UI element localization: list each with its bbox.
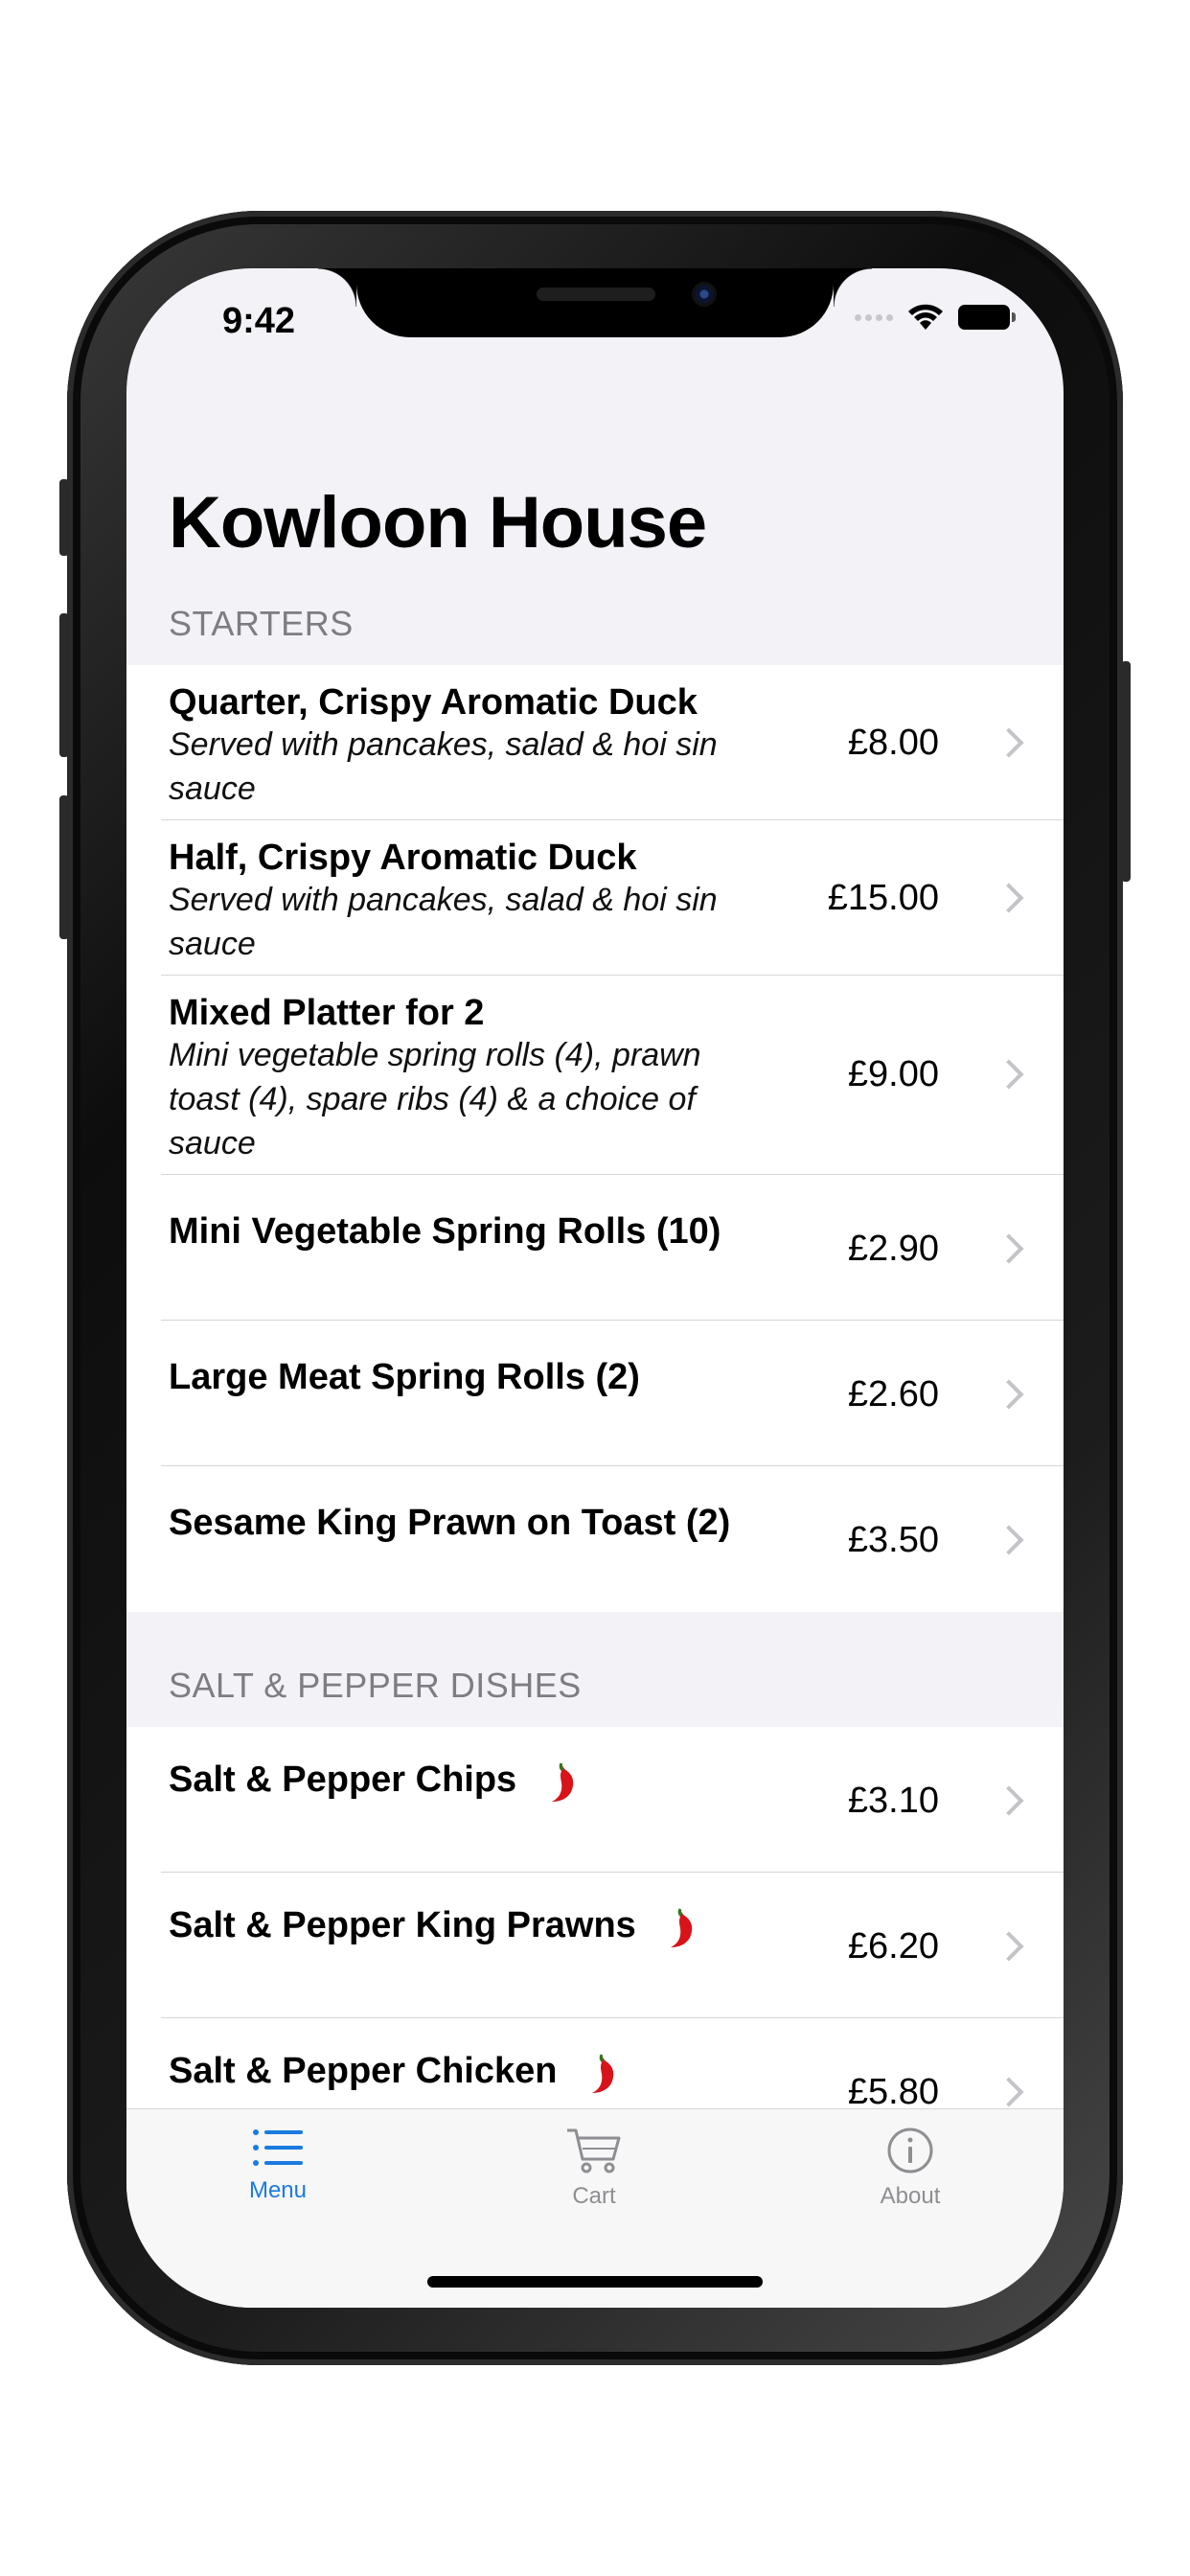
menu-item-row[interactable]: Mixed Platter for 2 Mini vegetable sprin… bbox=[126, 976, 1064, 1175]
chevron-right-icon bbox=[994, 1059, 1024, 1090]
item-name: Salt & Pepper Chicken bbox=[169, 2051, 558, 2092]
item-name-wrap: Salt & Pepper Chicken bbox=[169, 2051, 617, 2095]
item-price: £8.00 bbox=[847, 723, 939, 763]
chili-pepper-icon bbox=[551, 1762, 574, 1802]
front-camera bbox=[692, 282, 717, 307]
chevron-right-icon bbox=[994, 1931, 1024, 1962]
tab-about[interactable]: About bbox=[814, 2127, 1006, 2210]
item-price: £9.00 bbox=[847, 1054, 939, 1094]
status-time: 9:42 bbox=[222, 301, 296, 341]
chili-pepper-icon bbox=[592, 2054, 614, 2093]
chevron-right-icon bbox=[994, 2077, 1024, 2107]
list-icon bbox=[253, 2129, 303, 2166]
item-name: Salt & Pepper Chips bbox=[169, 1760, 517, 1801]
status-indicators bbox=[855, 303, 1016, 332]
chevron-right-icon bbox=[994, 1379, 1024, 1410]
wifi-icon bbox=[908, 304, 943, 330]
item-price: £5.80 bbox=[847, 2072, 939, 2112]
notch bbox=[318, 268, 872, 337]
tab-label: About bbox=[880, 2183, 941, 2209]
item-name: Mixed Platter for 2 bbox=[169, 993, 485, 1033]
item-price: £2.60 bbox=[847, 1374, 939, 1414]
item-name: Mini Vegetable Spring Rolls (10) bbox=[169, 1211, 721, 1252]
menu-item-row[interactable]: Half, Crispy Aromatic Duck Served with p… bbox=[126, 820, 1064, 976]
menu-item-row[interactable]: Salt & Pepper King Prawns £6.20 bbox=[126, 1873, 1064, 2018]
menu-item-row[interactable]: Mini Vegetable Spring Rolls (10) £2.90 bbox=[126, 1175, 1064, 1321]
volume-down-button bbox=[59, 795, 69, 939]
item-price: £2.90 bbox=[847, 1229, 939, 1269]
home-indicator[interactable] bbox=[427, 2276, 763, 2288]
section-header-starters: STARTERS bbox=[169, 604, 354, 643]
cellular-signal-icon bbox=[855, 313, 893, 321]
item-description: Served with pancakes, salad & hoi sin sa… bbox=[169, 726, 718, 807]
item-description: Served with pancakes, salad & hoi sin sa… bbox=[169, 882, 718, 962]
item-price: £6.20 bbox=[847, 1926, 939, 1966]
item-name: Large Meat Spring Rolls (2) bbox=[169, 1357, 640, 1397]
tab-label: Menu bbox=[248, 2177, 308, 2203]
menu-item-row[interactable]: Quarter, Crispy Aromatic Duck Served wit… bbox=[126, 665, 1064, 820]
silent-switch bbox=[59, 479, 69, 556]
item-name: Half, Crispy Aromatic Duck bbox=[169, 838, 637, 878]
info-icon bbox=[887, 2128, 933, 2174]
screen: 9:42 Kowloon House STARTERS Quarter, Cri… bbox=[126, 268, 1064, 2308]
tab-bar: Menu Cart About bbox=[126, 2108, 1064, 2308]
item-price: £3.10 bbox=[847, 1781, 939, 1821]
menu-item-row[interactable]: Sesame King Prawn on Toast (2) £3.50 bbox=[126, 1466, 1064, 1612]
item-name: Quarter, Crispy Aromatic Duck bbox=[169, 682, 698, 723]
item-price: £3.50 bbox=[847, 1520, 939, 1560]
item-name: Sesame King Prawn on Toast (2) bbox=[169, 1503, 731, 1543]
tab-label: Cart bbox=[572, 2183, 616, 2209]
item-name: Salt & Pepper King Prawns bbox=[169, 1905, 636, 1946]
item-price: £15.00 bbox=[827, 878, 939, 918]
chevron-right-icon bbox=[994, 727, 1024, 758]
cart-icon bbox=[567, 2128, 621, 2174]
volume-up-button bbox=[59, 613, 69, 757]
menu-item-row[interactable]: Large Meat Spring Rolls (2) £2.60 bbox=[126, 1321, 1064, 1466]
page-title: Kowloon House bbox=[169, 482, 707, 564]
speaker bbox=[537, 288, 655, 301]
item-name-wrap: Salt & Pepper Chips bbox=[169, 1760, 577, 1804]
chevron-right-icon bbox=[994, 1525, 1024, 1555]
chili-pepper-icon bbox=[671, 1908, 693, 1947]
tab-menu[interactable]: Menu bbox=[182, 2127, 374, 2204]
battery-icon bbox=[958, 305, 1016, 330]
chevron-right-icon bbox=[994, 883, 1024, 913]
section-header-salt-pepper: SALT & PEPPER DISHES bbox=[169, 1666, 582, 1705]
item-name-wrap: Salt & Pepper King Prawns bbox=[169, 1905, 696, 1949]
chevron-right-icon bbox=[994, 1233, 1024, 1264]
chevron-right-icon bbox=[994, 1785, 1024, 1816]
item-description: Mini vegetable spring rolls (4), prawn t… bbox=[169, 1037, 701, 1162]
tab-cart[interactable]: Cart bbox=[498, 2127, 690, 2210]
power-button bbox=[1121, 661, 1131, 882]
menu-item-row[interactable]: Salt & Pepper Chips £3.10 bbox=[126, 1727, 1064, 1873]
